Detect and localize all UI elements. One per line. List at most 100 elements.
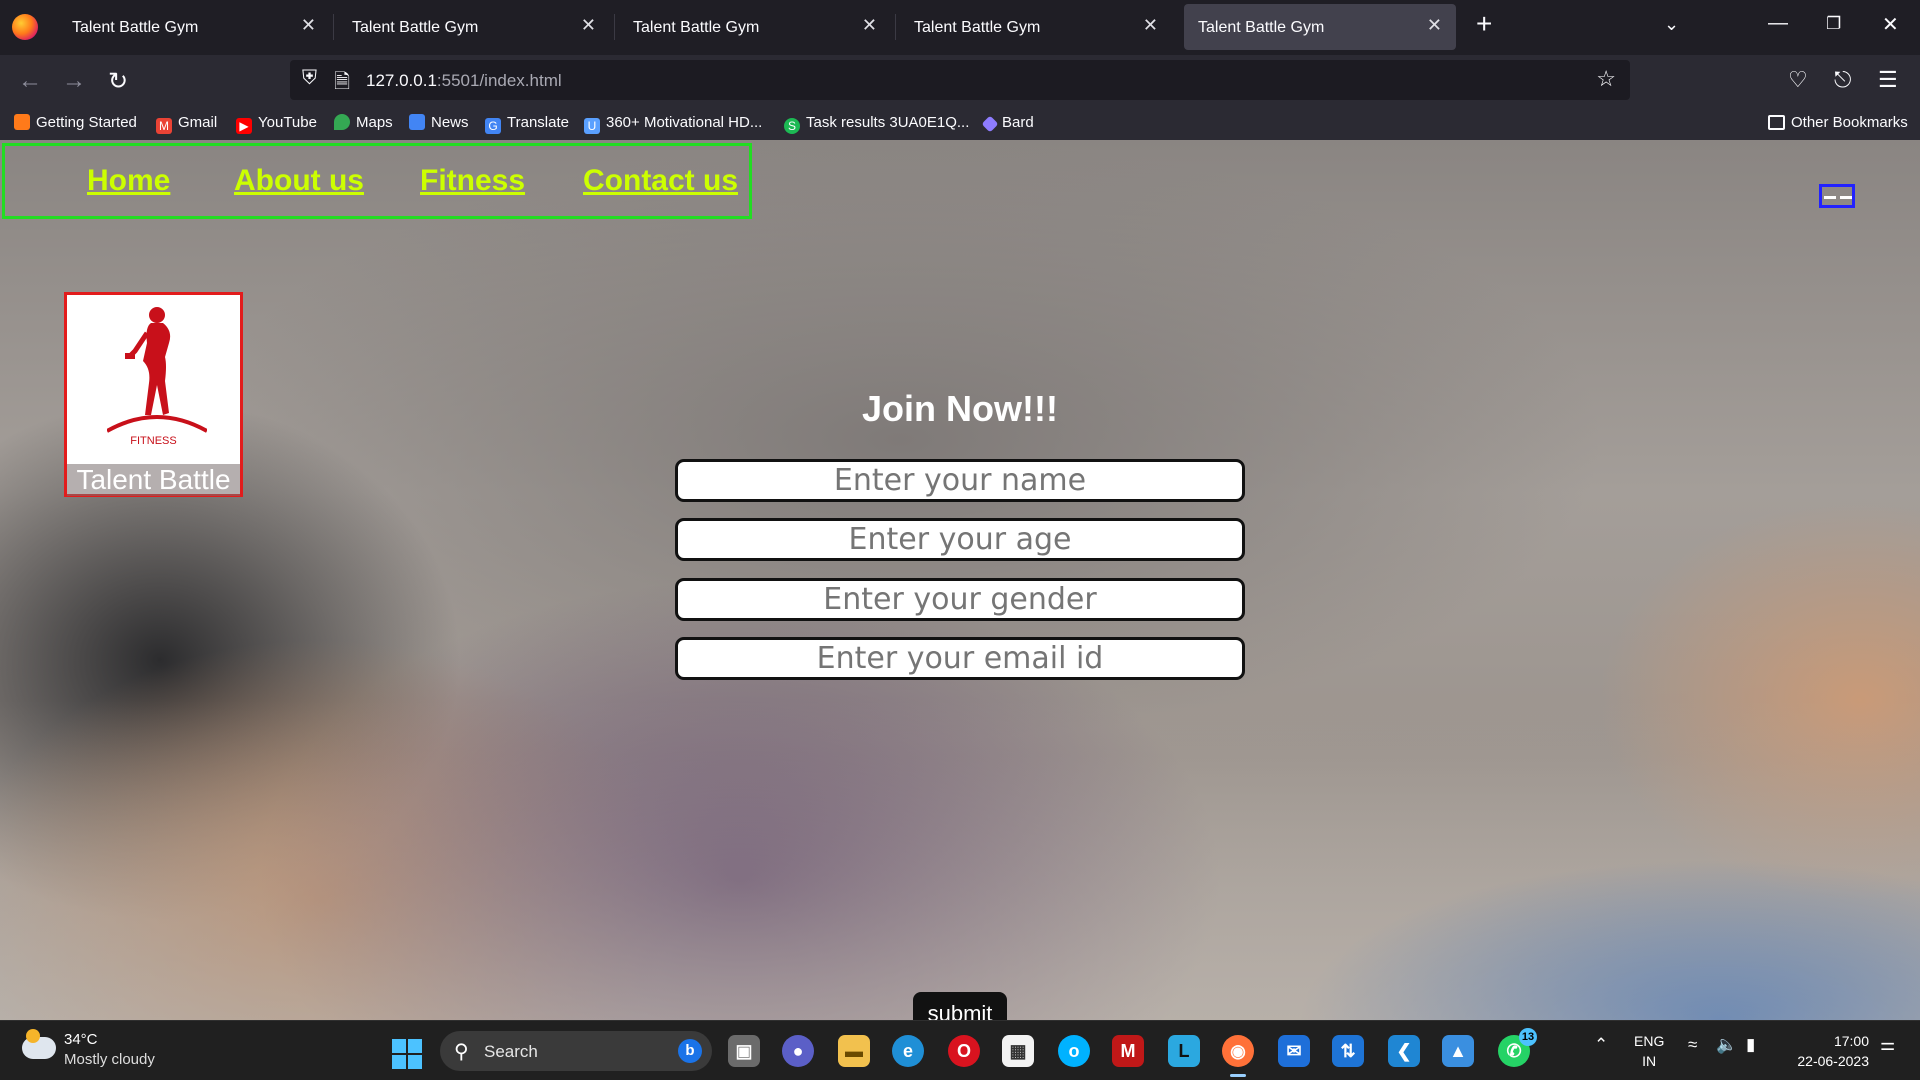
bing-icon[interactable]: b — [678, 1039, 702, 1063]
bookmark-translate[interactable]: G Translate — [485, 114, 569, 134]
tab-title: Talent Battle Gym — [72, 19, 199, 36]
extensions-icon[interactable]: ⎋ — [1834, 67, 1851, 93]
opera-icon[interactable]: O — [948, 1035, 980, 1067]
maps-icon — [334, 114, 350, 130]
taskbar-search[interactable]: ⚲ Search b — [440, 1031, 712, 1071]
alexa-icon[interactable]: o — [1058, 1035, 1090, 1067]
pocket-icon[interactable]: ♡ — [1788, 67, 1808, 93]
whatsapp-icon[interactable]: ✆ 13 — [1498, 1028, 1537, 1067]
gender-input[interactable] — [675, 578, 1245, 621]
bookmark-label: Translate — [507, 114, 569, 131]
l-app-icon[interactable]: L — [1168, 1035, 1200, 1067]
edge-icon[interactable]: e — [892, 1035, 924, 1067]
battery-icon[interactable]: ▮ — [1746, 1035, 1755, 1055]
page-icon: 🗎 — [334, 71, 351, 93]
tab-3[interactable]: Talent Battle Gym ✕ — [619, 4, 891, 50]
site-nav: Home About us Fitness Contact us — [2, 143, 752, 219]
forward-icon[interactable]: → — [62, 67, 86, 95]
menu-icon[interactable]: ☰ — [1878, 67, 1898, 93]
weather-description[interactable]: Mostly cloudy — [64, 1051, 155, 1068]
volume-icon[interactable]: 🔈 — [1716, 1035, 1737, 1055]
url-text[interactable]: 127.0.0.1:5501/index.html — [366, 71, 562, 91]
close-icon[interactable]: ✕ — [301, 15, 316, 36]
reload-icon[interactable]: ↻ — [108, 67, 128, 96]
bookmarks-toolbar: Getting Started M Gmail ▶ YouTube Maps New… — [0, 106, 1920, 140]
minimize-icon[interactable]: — — [1768, 12, 1788, 35]
windows-logo-icon — [392, 1039, 406, 1053]
toggle-bar — [1824, 196, 1836, 199]
shield-icon[interactable]: ⛨ — [302, 67, 317, 90]
language-indicator[interactable]: ENG IN — [1634, 1031, 1664, 1071]
notification-bell-icon[interactable]: ⚌ — [1880, 1035, 1895, 1055]
close-icon[interactable]: ✕ — [1427, 15, 1442, 36]
menu-toggle-button[interactable] — [1819, 184, 1855, 208]
unsplash-icon: U — [584, 118, 600, 134]
start-button[interactable] — [392, 1039, 422, 1069]
weather-cloud-icon[interactable] — [22, 1029, 56, 1059]
firefox-icon[interactable] — [12, 14, 38, 40]
quick-assist-icon[interactable]: ⇅ — [1332, 1035, 1364, 1067]
bookmark-maps[interactable]: Maps — [334, 114, 393, 131]
other-bookmarks[interactable]: Other Bookmarks — [1768, 114, 1908, 131]
s-icon: S — [784, 118, 800, 134]
bookmark-youtube[interactable]: ▶ YouTube — [236, 114, 317, 134]
chevron-up-icon[interactable]: ⌃ — [1594, 1035, 1608, 1055]
url-bar[interactable]: ⛨ 🗎 127.0.0.1:5501/index.html ☆ — [290, 60, 1630, 100]
store-icon[interactable]: ▦ — [1002, 1035, 1034, 1067]
bookmark-label: Gmail — [178, 114, 218, 131]
close-icon[interactable]: ✕ — [862, 15, 877, 36]
site-logo[interactable]: FITNESS Talent Battle — [64, 292, 243, 497]
close-icon[interactable]: ✕ — [1143, 15, 1158, 36]
search-label: Search — [484, 1042, 538, 1061]
bookmark-gmail[interactable]: M Gmail — [156, 114, 217, 134]
submit-button[interactable]: submit — [913, 992, 1007, 1020]
bookmark-label: 360+ Motivational HD... — [606, 114, 763, 131]
new-tab-button[interactable]: + — [1476, 8, 1492, 40]
nav-fitness[interactable]: Fitness — [420, 164, 525, 198]
bookmark-getting-started[interactable]: Getting Started — [14, 114, 137, 131]
nav-contact-us[interactable]: Contact us — [583, 164, 738, 198]
bookmark-bard[interactable]: Bard — [981, 114, 1034, 133]
page-content: Home About us Fitness Contact us FITNESS… — [0, 140, 1920, 1020]
teams-chat-icon[interactable]: ● — [782, 1035, 814, 1067]
form-title: Join Now!!! — [862, 388, 1058, 429]
translate-icon: G — [485, 118, 501, 134]
folder-icon — [1768, 115, 1785, 130]
tab-4[interactable]: Talent Battle Gym ✕ — [900, 4, 1172, 50]
nav-about-us[interactable]: About us — [234, 164, 364, 198]
weather-temperature[interactable]: 34°C — [64, 1031, 98, 1048]
navigation-toolbar: ← → ↻ ⛨ 🗎 127.0.0.1:5501/index.html ☆ ♡ … — [0, 55, 1920, 106]
restore-icon[interactable]: ❐ — [1826, 14, 1841, 34]
age-input[interactable] — [675, 518, 1245, 561]
back-icon[interactable]: ← — [18, 67, 42, 95]
wifi-icon[interactable]: ≈ — [1688, 1035, 1697, 1055]
task-view-icon[interactable]: ▣ — [728, 1035, 760, 1067]
clock[interactable]: 17:00 22-06-2023 — [1785, 1031, 1869, 1071]
photos-icon[interactable]: ▲ — [1442, 1035, 1474, 1067]
windows-logo-icon — [408, 1039, 422, 1053]
tab-2[interactable]: Talent Battle Gym ✕ — [338, 4, 610, 50]
mcafee-icon[interactable]: M — [1112, 1035, 1144, 1067]
close-icon[interactable]: ✕ — [581, 15, 596, 36]
name-input[interactable] — [675, 459, 1245, 502]
url-path: :5501/index.html — [436, 71, 562, 90]
search-icon: ⚲ — [454, 1041, 469, 1063]
tab-5-active[interactable]: Talent Battle Gym ✕ — [1184, 4, 1456, 50]
url-host: 127.0.0.1 — [366, 71, 437, 90]
tab-1[interactable]: Talent Battle Gym ✕ — [58, 4, 330, 50]
file-explorer-icon[interactable]: ▬ — [838, 1035, 870, 1067]
bookmark-news[interactable]: News — [409, 114, 469, 131]
bookmark-label: News — [431, 114, 469, 131]
email-input[interactable] — [675, 637, 1245, 680]
bookmark-label: YouTube — [258, 114, 317, 131]
window-close-icon[interactable]: ✕ — [1882, 12, 1899, 37]
firefox-taskbar-icon[interactable]: ◉ — [1222, 1035, 1254, 1077]
list-all-tabs-icon[interactable]: ⌄ — [1664, 14, 1679, 35]
bookmark-star-icon[interactable]: ☆ — [1596, 66, 1616, 92]
mail-icon[interactable]: ✉ — [1278, 1035, 1310, 1067]
background-photo — [0, 700, 1920, 1020]
bookmark-motivational[interactable]: U 360+ Motivational HD... — [584, 114, 762, 134]
vscode-icon[interactable]: ❮ — [1388, 1035, 1420, 1067]
nav-home[interactable]: Home — [87, 164, 170, 198]
bookmark-task-results[interactable]: S Task results 3UA0E1Q... — [784, 114, 969, 134]
